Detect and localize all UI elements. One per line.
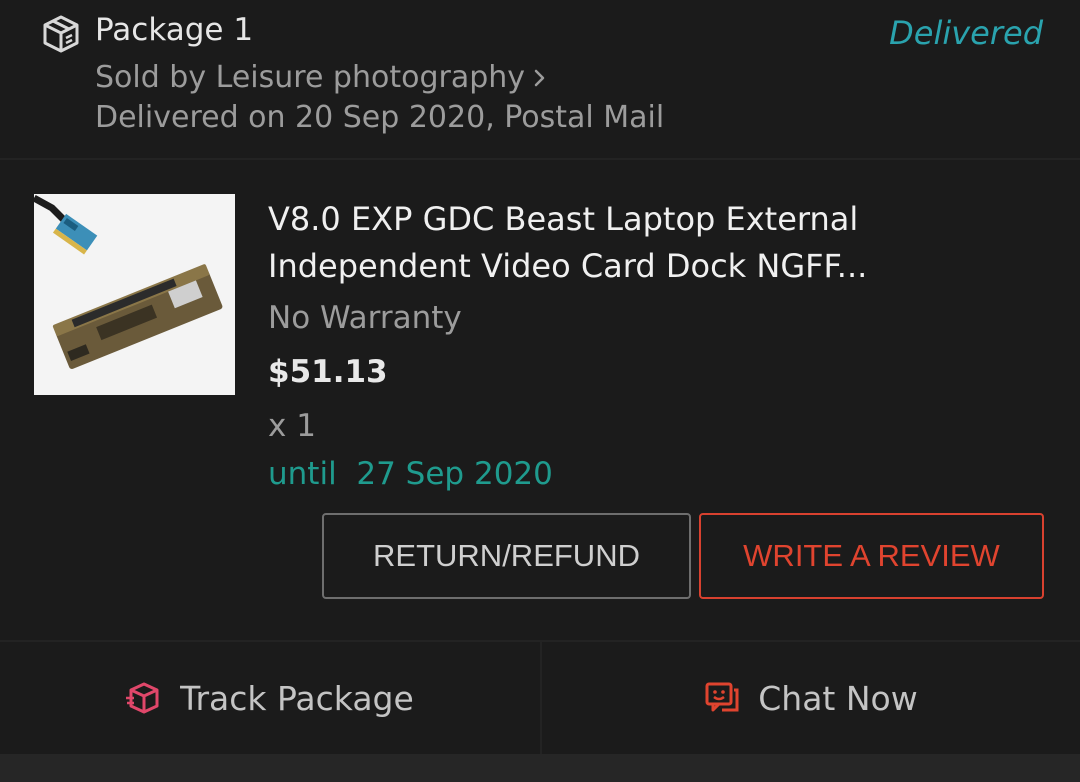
order-detail-page: Package 1 Delivered Sold by Leisure phot… <box>0 0 1080 782</box>
warranty-text: No Warranty <box>268 300 462 336</box>
package-title: Package 1 <box>95 12 254 48</box>
track-package-icon <box>126 682 159 714</box>
package-box-icon <box>43 15 79 53</box>
product-thumbnail[interactable] <box>32 194 235 395</box>
chat-now-label: Chat Now <box>758 678 918 718</box>
product-price: $51.13 <box>268 354 388 390</box>
return-deadline: until 27 Sep 2020 <box>268 456 553 492</box>
chat-icon <box>705 682 739 712</box>
seller-link[interactable]: Sold by Leisure photography <box>95 60 551 95</box>
chevron-right-icon <box>534 69 545 86</box>
product-quantity: x 1 <box>268 408 316 444</box>
action-bar: Track Package Chat Now <box>0 642 1080 754</box>
track-package-button[interactable]: Track Package <box>0 642 540 754</box>
divider <box>0 158 1080 160</box>
package-header: Package 1 Delivered Sold by Leisure phot… <box>0 0 1080 158</box>
chat-now-button[interactable]: Chat Now <box>542 642 1080 754</box>
delivery-status-badge: Delivered <box>889 14 1043 52</box>
bottom-strip <box>0 754 1080 782</box>
delivery-info: Delivered on 20 Sep 2020, Postal Mail <box>95 100 665 135</box>
write-review-button[interactable]: WRITE A REVIEW <box>699 513 1044 599</box>
seller-label: Sold by Leisure photography <box>95 60 526 95</box>
product-title-link[interactable]: V8.0 EXP GDC Beast Laptop External Indep… <box>268 196 968 290</box>
product-image <box>32 194 235 395</box>
track-package-label: Track Package <box>180 678 414 718</box>
return-refund-button[interactable]: RETURN/REFUND <box>322 513 691 599</box>
